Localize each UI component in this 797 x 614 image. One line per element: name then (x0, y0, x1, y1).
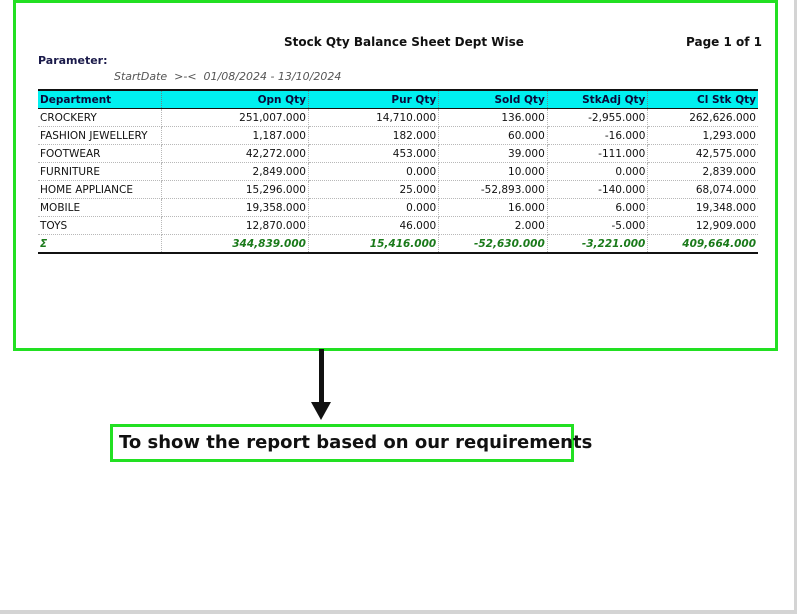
table-row: CROCKERY 251,007.000 14,710.000 136.000 … (38, 108, 758, 127)
cell-sold-qty: -52,893.000 (438, 180, 548, 199)
cell-sold-qty: 60.000 (438, 126, 548, 145)
total-sold-qty: -52,630.000 (438, 234, 548, 254)
cell-sold-qty: 39.000 (438, 144, 548, 163)
cell-department: MOBILE (38, 198, 162, 217)
cell-sold-qty: 10.000 (438, 162, 548, 181)
cell-pur-qty: 0.000 (308, 162, 440, 181)
page-number: Page 1 of 1 (686, 35, 762, 49)
table-header-row: Department Opn Qty Pur Qty Sold Qty StkA… (38, 89, 758, 109)
cell-stkadj-qty: -16.000 (547, 126, 649, 145)
cell-cl-stk-qty: 68,074.000 (647, 180, 758, 199)
annotation-callout: To show the report based on our requirem… (110, 424, 592, 462)
cell-stkadj-qty: -140.000 (547, 180, 649, 199)
cell-cl-stk-qty: 19,348.000 (647, 198, 758, 217)
cell-opn-qty: 251,007.000 (161, 108, 309, 127)
report-title: Stock Qty Balance Sheet Dept Wise (284, 35, 524, 49)
table-row: MOBILE 19,358.000 0.000 16.000 6.000 19,… (38, 198, 758, 217)
cell-pur-qty: 46.000 (308, 216, 440, 235)
header-sold-qty: Sold Qty (438, 89, 548, 109)
table-row: FURNITURE 2,849.000 0.000 10.000 0.000 2… (38, 162, 758, 181)
parameter-label: Parameter: (38, 54, 108, 67)
cell-stkadj-qty: 6.000 (547, 198, 649, 217)
down-arrow-shaft (319, 349, 324, 407)
table-row: FOOTWEAR 42,272.000 453.000 39.000 -111.… (38, 144, 758, 163)
cell-pur-qty: 453.000 (308, 144, 440, 163)
page-edge-bottom (0, 610, 797, 614)
cell-sold-qty: 16.000 (438, 198, 548, 217)
cell-opn-qty: 42,272.000 (161, 144, 309, 163)
header-cl-stk-qty: Cl Stk Qty (647, 89, 758, 109)
cell-cl-stk-qty: 262,626.000 (647, 108, 758, 127)
header-pur-qty: Pur Qty (308, 89, 440, 109)
cell-stkadj-qty: 0.000 (547, 162, 649, 181)
cell-department: FOOTWEAR (38, 144, 162, 163)
cell-pur-qty: 14,710.000 (308, 108, 440, 127)
cell-stkadj-qty: -5.000 (547, 216, 649, 235)
cell-stkadj-qty: -111.000 (547, 144, 649, 163)
cell-sold-qty: 136.000 (438, 108, 548, 127)
header-stkadj-qty: StkAdj Qty (547, 89, 649, 109)
parameter-date-range: StartDate >-< 01/08/2024 - 13/10/2024 (114, 70, 342, 83)
total-opn-qty: 344,839.000 (161, 234, 309, 254)
cell-opn-qty: 15,296.000 (161, 180, 309, 199)
cell-opn-qty: 19,358.000 (161, 198, 309, 217)
cell-department: FURNITURE (38, 162, 162, 181)
table-row: TOYS 12,870.000 46.000 2.000 -5.000 12,9… (38, 216, 758, 235)
table-total-row: Σ 344,839.000 15,416.000 -52,630.000 -3,… (38, 234, 758, 254)
total-sigma-symbol: Σ (38, 234, 162, 254)
cell-department: FASHION JEWELLERY (38, 126, 162, 145)
cell-cl-stk-qty: 1,293.000 (647, 126, 758, 145)
header-opn-qty: Opn Qty (161, 89, 309, 109)
report-highlight-frame: Stock Qty Balance Sheet Dept Wise Page 1… (13, 0, 778, 351)
cell-department: TOYS (38, 216, 162, 235)
cell-cl-stk-qty: 2,839.000 (647, 162, 758, 181)
down-arrow-icon (311, 402, 331, 420)
stock-balance-table: Department Opn Qty Pur Qty Sold Qty StkA… (38, 89, 758, 254)
cell-pur-qty: 25.000 (308, 180, 440, 199)
header-department: Department (38, 89, 162, 109)
cell-pur-qty: 0.000 (308, 198, 440, 217)
cell-opn-qty: 1,187.000 (161, 126, 309, 145)
total-cl-stk-qty: 409,664.000 (647, 234, 758, 254)
cell-department: HOME APPLIANCE (38, 180, 162, 199)
total-pur-qty: 15,416.000 (308, 234, 440, 254)
cell-cl-stk-qty: 12,909.000 (647, 216, 758, 235)
cell-opn-qty: 2,849.000 (161, 162, 309, 181)
total-stkadj-qty: -3,221.000 (547, 234, 649, 254)
table-row: HOME APPLIANCE 15,296.000 25.000 -52,893… (38, 180, 758, 199)
cell-stkadj-qty: -2,955.000 (547, 108, 649, 127)
cell-pur-qty: 182.000 (308, 126, 440, 145)
table-row: FASHION JEWELLERY 1,187.000 182.000 60.0… (38, 126, 758, 145)
cell-department: CROCKERY (38, 108, 162, 127)
cell-sold-qty: 2.000 (438, 216, 548, 235)
cell-opn-qty: 12,870.000 (161, 216, 309, 235)
cell-cl-stk-qty: 42,575.000 (647, 144, 758, 163)
